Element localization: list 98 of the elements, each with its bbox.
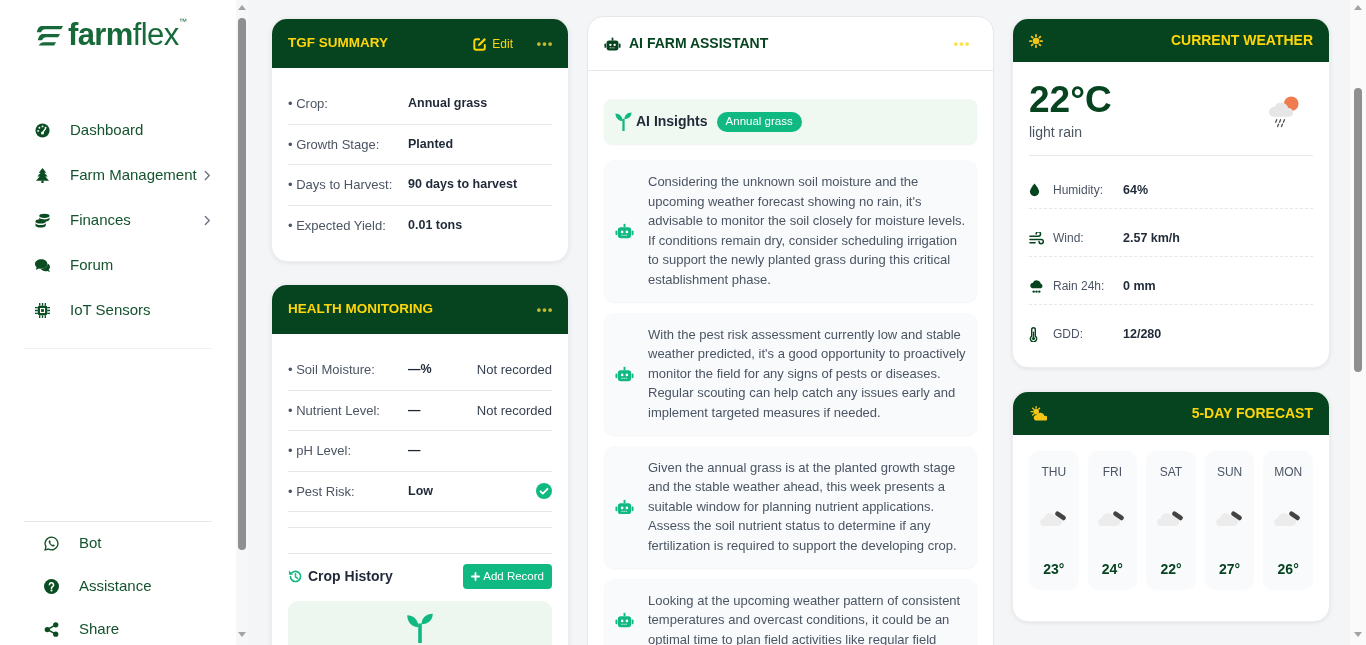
condition-text: light rain (1029, 123, 1083, 142)
cloud-rain-icon (1029, 279, 1044, 293)
footer-link[interactable]: Assistance (0, 565, 236, 608)
field-label: • Crop: (288, 95, 329, 113)
field-label: • Nutrient Level: (288, 401, 381, 420)
temperature: 22°C (1029, 80, 1112, 120)
field-label: • Growth Stage: (288, 135, 381, 154)
question-icon (44, 579, 59, 594)
status-text: Not recorded (476, 361, 552, 379)
cloud-icon (1215, 509, 1244, 527)
share-icon (44, 622, 59, 637)
detail-value: 64% (1123, 182, 1149, 199)
detail-value: 2.57 km/h (1123, 230, 1180, 247)
crop-badge: Annual grass (716, 111, 802, 132)
section-title: Crop History (308, 567, 393, 586)
day-temperature: 22° (1160, 560, 1182, 578)
coins-icon (35, 213, 50, 228)
day-temperature: 27° (1219, 560, 1241, 578)
sun-cloud-icon (1029, 406, 1047, 421)
nav-item[interactable]: Finances (0, 198, 236, 243)
field-value: Annual grass (408, 95, 488, 113)
detail-label: GDD: (1053, 326, 1084, 343)
day-label: MON (1274, 465, 1303, 479)
field-value: 90 days to harvest (408, 176, 518, 194)
robot-icon (615, 365, 634, 382)
nav-item[interactable]: Farm Management (0, 153, 236, 198)
nav-item[interactable]: Dashboard (0, 108, 236, 153)
field-value: —% (408, 361, 432, 379)
nav-item[interactable]: Forum (0, 243, 236, 288)
field-value: Planted (408, 135, 454, 153)
card-title: CURRENT WEATHER (1170, 31, 1313, 50)
cloud-icon (1039, 509, 1068, 527)
phone-bubble-icon (44, 536, 59, 551)
field-label: • Soil Moisture: (288, 361, 376, 379)
field-value: — (408, 442, 421, 460)
robot-icon (615, 498, 634, 515)
detail-value: 0 mm (1123, 278, 1156, 295)
detail-value: 12/280 (1123, 326, 1162, 343)
history-icon (288, 569, 303, 584)
more-options-icon[interactable] (537, 307, 552, 312)
footer-link[interactable]: Share (0, 608, 236, 645)
scrollbar-thumb[interactable] (1354, 88, 1362, 372)
scroll-up-icon[interactable] (238, 5, 246, 10)
day-label: SUN (1216, 465, 1243, 479)
day-label: THU (1041, 465, 1067, 479)
footer-link[interactable]: Bot (0, 522, 236, 565)
card-title: HEALTH MONITORING (288, 300, 433, 319)
wind-icon (1029, 231, 1044, 245)
thermometer-icon (1029, 326, 1038, 342)
more-options-icon[interactable] (537, 41, 552, 46)
day-temperature: 26° (1277, 560, 1299, 578)
sun-icon (1029, 33, 1043, 48)
insights-title: AI Insights (636, 112, 708, 131)
insight-text: With the pest risk assessment currently low and stable weather predicted, it's a good opportunity to proactively monitor the field for any signs of pests or diseases. Regular scouting can help catch any issues early and implement targeted measures if needed. (648, 325, 967, 422)
scrollbar[interactable] (1350, 0, 1366, 645)
cloud-icon (1098, 509, 1127, 527)
status-text: Not recorded (476, 401, 552, 420)
logo-icon (35, 24, 63, 46)
day-label: FRI (1102, 465, 1123, 479)
field-value: — (408, 401, 421, 419)
robot-icon (604, 36, 621, 51)
scroll-down-icon[interactable] (238, 632, 246, 637)
card-title: AI FARM ASSISTANT (629, 34, 769, 53)
field-value: Low (408, 482, 433, 500)
sprout-icon (406, 613, 434, 643)
cloud-icon (1274, 509, 1303, 527)
sprout-icon (615, 112, 632, 131)
robot-icon (615, 611, 634, 628)
detail-label: Humidity: (1053, 182, 1104, 199)
scroll-down-icon[interactable] (1354, 632, 1362, 637)
day-temperature: 24° (1101, 560, 1123, 578)
day-label: SAT (1159, 465, 1183, 479)
insight-text: Given the annual grass is at the planted growth stage and the stable weather ahead, this week presents a suitable window for planning nutrient applications. Assess the soil nutrient status to determine if any fertilization is required to support the developing crop. (648, 458, 958, 555)
scrollbar-thumb[interactable] (238, 18, 246, 550)
field-value: 0.01 tons (408, 217, 463, 235)
droplet-icon (1029, 183, 1040, 197)
field-label: • Pest Risk: (288, 482, 356, 501)
tree-icon (35, 168, 50, 183)
insight-text: Considering the unknown soil moisture and the upcoming weather forecast showing no rain, it's advisable to monitor the soil closely for moisture levels. If conditions remain dry, consider scheduling irrigation to support the newly planted grass during this critical establishment phase. (648, 173, 967, 289)
edit-icon (473, 36, 488, 51)
card-title: 5-DAY FORECAST (1191, 404, 1313, 423)
edit-button[interactable]: Edit (473, 34, 513, 53)
day-temperature: 23° (1043, 560, 1065, 578)
detail-label: Wind: (1053, 230, 1085, 247)
nav-item[interactable]: IoT Sensors (0, 288, 236, 333)
chat-bubbles-icon (35, 258, 50, 273)
field-label: • Days to Harvest: (288, 176, 394, 194)
scroll-up-icon[interactable] (1354, 5, 1362, 10)
field-label: • Expected Yield: (288, 217, 387, 235)
logo-text: farmflex$^{™}$ (68, 20, 187, 50)
cloud-icon (1157, 509, 1185, 527)
robot-icon (615, 222, 634, 239)
chip-icon (35, 303, 50, 318)
plus-icon (471, 572, 481, 581)
gauge-icon (35, 123, 50, 138)
card-title: TGF SUMMARY (288, 34, 388, 53)
field-label: • pH Level: (288, 442, 353, 460)
detail-label: Rain 24h: (1053, 278, 1106, 295)
